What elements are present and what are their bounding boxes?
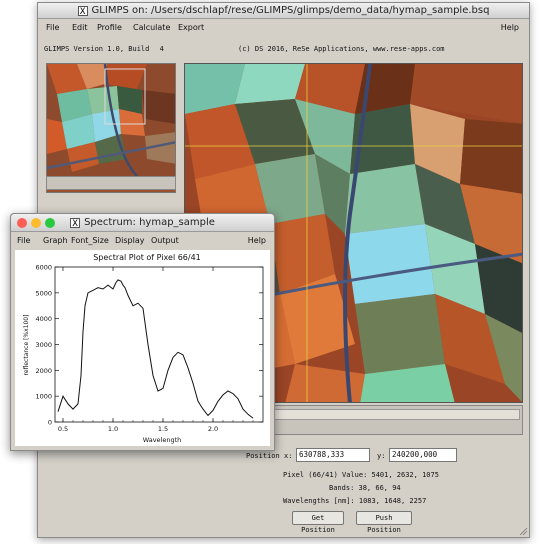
x-tick-label: 1.5 (158, 425, 168, 433)
spectrum-menubar: File Graph Font_Size Display Output Help (11, 232, 274, 249)
version-line: GLIMPS Version 1.0, Build 4 (c) DS 2016,… (44, 43, 523, 55)
x11-icon: X (70, 218, 81, 229)
spectral-plot-area: Spectral Plot of Pixel 66/41 reflectance… (15, 250, 270, 446)
x-coordinate-field[interactable]: 630788,333 (296, 448, 370, 462)
minimize-icon[interactable] (31, 218, 41, 228)
spectrum-titlebar[interactable]: X Spectrum: hymap_sample (11, 214, 274, 232)
overview-image (47, 64, 175, 177)
x-tick-label: 2.0 (208, 425, 218, 433)
get-position-button[interactable]: Get Position (292, 511, 344, 534)
spectrum-window-title: Spectrum: hymap_sample (84, 217, 215, 228)
resize-grip-icon[interactable] (518, 526, 528, 536)
menu-export[interactable]: Export (178, 19, 204, 36)
overview-thumbnail[interactable] (46, 63, 176, 193)
main-titlebar[interactable]: X GLIMPS on: /Users/dschlapf/rese/GLIMPS/… (38, 3, 529, 19)
position-label: Position (246, 452, 280, 460)
x-tick-label: 1.0 (108, 425, 118, 433)
y-tick-label: 4000 (35, 315, 52, 323)
y-tick-label: 3000 (35, 341, 52, 349)
x-tick-label: 0.5 (58, 425, 68, 433)
chart-axes: 0 1000 2000 3000 4000 5000 6000 0.5 1.0 1.5 2.0 (35, 264, 264, 433)
wavelengths-info: Wavelengths [nm]: 1083, 1648, 2257 (283, 497, 427, 505)
copyright-text: (c) DS 2016, ReSe Applications, www.rese… (238, 45, 445, 53)
spectrum-line (57, 279, 254, 419)
spec-menu-display[interactable]: Display (115, 232, 145, 249)
spec-menu-graph[interactable]: Graph (43, 232, 68, 249)
chart-x-axis-label: Wavelength (143, 436, 182, 444)
bands-info: Bands: 38, 66, 94 (329, 484, 401, 492)
y-coordinate-field[interactable]: 240200,000 (389, 448, 457, 462)
y-label: y: (377, 452, 386, 460)
menu-edit[interactable]: Edit (72, 19, 88, 36)
y-tick-label: 6000 (35, 264, 52, 272)
spectrum-window: X Spectrum: hymap_sample File Graph Font_… (10, 213, 275, 451)
chart-y-axis-label: reflectance [%x100] (23, 315, 30, 376)
main-window-title: GLIMPS on: /Users/dschlapf/rese/GLIMPS/g… (91, 5, 490, 16)
version-label: GLIMPS Version 1.0, Build (44, 45, 150, 53)
spec-menu-help[interactable]: Help (248, 232, 266, 249)
build-number: 4 (159, 45, 164, 53)
y-tick-label: 1000 (35, 393, 52, 401)
pixel-value-info: Pixel (66/41) Value: 5401, 2632, 1075 (283, 471, 439, 479)
spec-menu-output[interactable]: Output (151, 232, 179, 249)
chart-title: Spectral Plot of Pixel 66/41 (93, 253, 201, 262)
spec-menu-file[interactable]: File (17, 232, 30, 249)
y-tick-label: 2000 (35, 367, 52, 375)
x-label: x: (284, 452, 293, 460)
spectral-plot-chart: Spectral Plot of Pixel 66/41 reflectance… (23, 253, 264, 444)
menu-file[interactable]: File (46, 19, 59, 36)
menu-help[interactable]: Help (501, 19, 519, 36)
close-icon[interactable] (17, 218, 27, 228)
y-tick-label: 0 (48, 419, 52, 427)
zoom-icon[interactable] (45, 218, 55, 228)
plot-frame (54, 266, 264, 423)
push-position-button[interactable]: Push Position (356, 511, 412, 534)
main-menubar: File Edit Profile Calculate Export Help (38, 19, 529, 36)
thumbnail-scrollbar[interactable] (46, 176, 176, 190)
menu-calculate[interactable]: Calculate (133, 19, 170, 36)
x11-icon: X (77, 6, 88, 17)
y-tick-label: 5000 (35, 289, 52, 297)
menu-profile[interactable]: Profile (97, 19, 122, 36)
spec-menu-font-size[interactable]: Font_Size (71, 232, 109, 249)
